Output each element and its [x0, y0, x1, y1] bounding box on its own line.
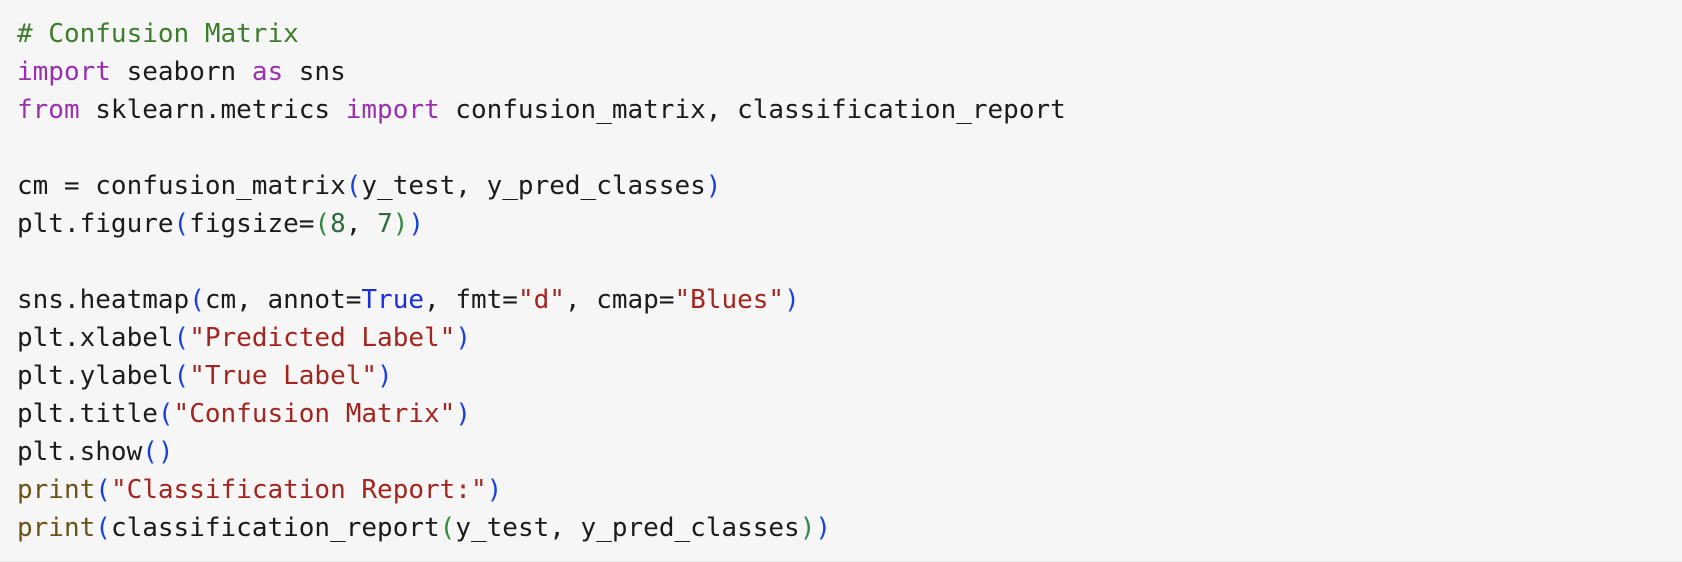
code-text: plt.figure [17, 209, 174, 239]
code-line[interactable]: sns.heatmap(cm, annot=True, fmt="d", cma… [17, 281, 1066, 319]
code-bracket: ) [486, 475, 503, 505]
code-keyword: import [17, 57, 111, 87]
code-string: "True Label" [189, 361, 378, 391]
code-bracket: ) [799, 513, 816, 543]
code-text: cm, annot= [204, 285, 362, 315]
code-text: classification_report [110, 513, 440, 543]
code-string: "Confusion Matrix" [173, 399, 456, 429]
code-bracket: ( [95, 475, 111, 505]
code-string: "Predicted Label" [189, 323, 456, 353]
code-line[interactable]: print("Classification Report:") [17, 471, 1066, 509]
code-function: print [17, 475, 96, 505]
code-bracket: ( [439, 513, 456, 543]
code-text: y_test, y_pred_classes [455, 513, 800, 543]
code-number: 7 [377, 209, 393, 239]
code-bracket: ) [377, 361, 393, 391]
code-text: plt.ylabel [17, 361, 174, 391]
code-text: , fmt= [424, 285, 518, 315]
code-bracket: ( [173, 361, 190, 391]
code-text: cm = confusion_matrix [17, 171, 346, 201]
code-cell[interactable]: # Confusion Matrix import seaborn as sns f… [0, 0, 1682, 562]
code-keyword: from [17, 95, 80, 125]
code-text: plt.title [17, 399, 158, 429]
code-text: plt.xlabel [17, 323, 174, 353]
code-bracket: ( [345, 171, 362, 201]
code-function: print [17, 513, 96, 543]
code-text: sns.heatmap [17, 285, 190, 315]
code-line[interactable] [17, 129, 1066, 167]
code-string: "d" [517, 285, 565, 315]
code-text: , cmap= [564, 285, 675, 315]
code-bracket: ) [408, 209, 425, 239]
code-bracket: ) [784, 285, 800, 315]
code-line[interactable]: cm = confusion_matrix(y_test, y_pred_cla… [17, 167, 1066, 205]
code-text: confusion_matrix, classification_report [439, 95, 1066, 125]
code-text: seaborn [110, 57, 252, 87]
code-string: "Blues" [674, 285, 785, 315]
code-text: plt.show [17, 437, 143, 467]
code-keyword: import [345, 95, 440, 125]
code-line[interactable]: plt.title("Confusion Matrix") [17, 395, 1066, 433]
code-line[interactable]: plt.ylabel("True Label") [17, 357, 1066, 395]
code-bracket: () [142, 437, 174, 467]
code-line[interactable]: from sklearn.metrics import confusion_ma… [17, 91, 1066, 129]
code-line[interactable]: import seaborn as sns [17, 53, 1066, 91]
code-editor[interactable]: # Confusion Matrix import seaborn as sns f… [17, 15, 1066, 547]
code-bracket: ( [314, 209, 331, 239]
code-text: figsize= [189, 209, 315, 239]
code-text: y_test, y_pred_classes [361, 171, 706, 201]
code-bracket: ( [95, 513, 111, 543]
code-bracket: ( [189, 285, 205, 315]
code-line[interactable] [17, 243, 1066, 281]
code-string: "Classification Report:" [110, 475, 487, 505]
code-text: , [345, 209, 378, 239]
code-line[interactable]: # Confusion Matrix [17, 15, 1066, 53]
code-comment: # Confusion Matrix [17, 19, 299, 49]
code-bracket: ) [455, 323, 471, 353]
code-bracket: ( [157, 399, 174, 429]
code-builtin: True [361, 285, 425, 315]
code-line[interactable]: print(classification_report(y_test, y_pr… [17, 509, 1066, 547]
code-text: sns [283, 57, 346, 87]
code-bracket: ) [705, 171, 722, 201]
code-bracket: ) [392, 209, 409, 239]
code-text: sklearn.metrics [79, 95, 346, 125]
code-keyword: as [251, 57, 284, 87]
code-bracket: ( [173, 209, 190, 239]
code-bracket: ( [173, 323, 190, 353]
code-bracket: ) [815, 513, 832, 543]
code-line[interactable]: plt.xlabel("Predicted Label") [17, 319, 1066, 357]
code-line[interactable]: plt.show() [17, 433, 1066, 471]
code-line[interactable]: plt.figure(figsize=(8, 7)) [17, 205, 1066, 243]
code-bracket: ) [455, 399, 471, 429]
code-number: 8 [330, 209, 346, 239]
